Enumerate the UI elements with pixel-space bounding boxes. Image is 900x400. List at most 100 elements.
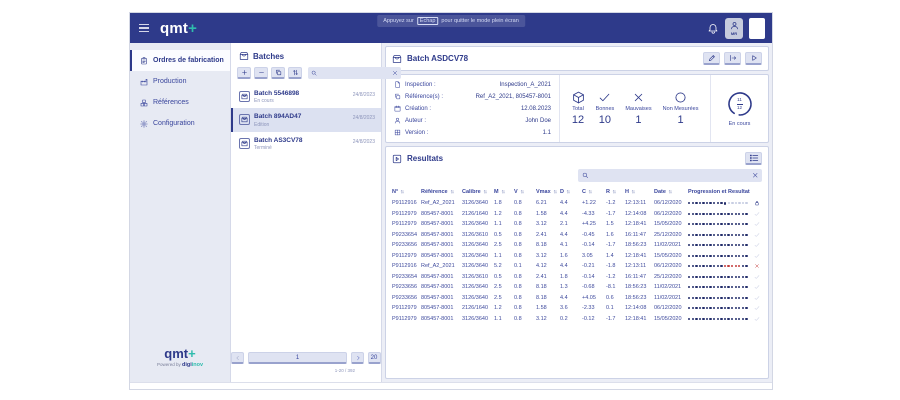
table-row[interactable]: P9233654805457-80013126/36100.50.82.414.… [392, 230, 762, 241]
field-label: Version : [405, 130, 428, 136]
batches-search[interactable] [308, 67, 401, 79]
results-search-input[interactable] [592, 173, 749, 179]
table-row[interactable]: P9112979805457-80013126/36401.10.83.120.… [392, 314, 762, 325]
stat-bonnes: Bonnes10 [596, 91, 615, 126]
column-header[interactable]: D [560, 189, 582, 195]
page-size-select[interactable]: 20 [368, 352, 381, 364]
cell-r: 1.5 [606, 221, 625, 227]
prev-page-button[interactable] [231, 352, 244, 364]
table-row[interactable]: P9233656805457-80013126/36402.50.88.181.… [392, 282, 762, 293]
column-header[interactable]: V [514, 189, 536, 195]
circle-icon [674, 91, 687, 104]
cell-no: P9112979 [392, 305, 421, 311]
column-header[interactable]: R [606, 189, 625, 195]
column-header[interactable]: Référence [421, 189, 462, 195]
avatar[interactable]: MR [725, 18, 743, 39]
table-body: P9112916Ref_A2_20213126/36401.80.86.214.… [392, 198, 762, 324]
cell-no: P9112979 [392, 253, 421, 259]
cell-r: 1.4 [606, 253, 625, 259]
topbar: qmt+ Appuyez sur Échap pour quitter le m… [130, 13, 772, 43]
field-label: Référence(s) : [405, 94, 443, 100]
plus-button[interactable] [237, 67, 251, 79]
sort-icon [612, 189, 617, 195]
column-header[interactable]: C [582, 189, 606, 195]
sidebar-item-0[interactable]: Ordres de fabrication [130, 50, 230, 71]
cell-date: 15/05/2020 [654, 253, 688, 259]
export-button[interactable] [724, 52, 741, 65]
bell-icon[interactable] [707, 22, 719, 34]
batch-date: 24/8/2023 [353, 113, 375, 121]
cell-date: 25/12/2020 [654, 232, 688, 238]
table-row[interactable]: P9112979805457-80013126/36401.10.83.122.… [392, 219, 762, 230]
sort-button[interactable] [288, 67, 302, 79]
check-icon [754, 316, 760, 322]
cell-no: P9112916 [392, 263, 421, 269]
table-row[interactable]: P9112916Ref_A2_20213126/36401.80.86.214.… [392, 198, 762, 209]
menu-icon[interactable] [139, 24, 149, 32]
column-header[interactable]: M [494, 189, 514, 195]
column-label: Référence [421, 189, 448, 195]
batch-name: Batch 894AD47 [254, 113, 301, 121]
next-page-button[interactable] [351, 352, 364, 364]
column-header[interactable]: N° [392, 189, 421, 195]
topbar-white-box[interactable] [749, 18, 765, 39]
detail-fields: Inspection :Inspection_A_2021Référence(s… [386, 75, 560, 142]
table-row[interactable]: P9112979805457-80012126/16401.20.81.583.… [392, 303, 762, 314]
minus-button[interactable] [254, 67, 268, 79]
table-row[interactable]: P9233656805457-80013126/36402.50.88.184.… [392, 293, 762, 304]
column-header[interactable]: H [625, 189, 654, 195]
batches-search-input[interactable] [319, 70, 390, 76]
close-icon[interactable] [392, 70, 398, 76]
batch-list-item[interactable]: Batch 894AD47Edition24/8/2023 [231, 108, 381, 131]
cell-no: P9233656 [392, 242, 421, 248]
stat-total: Total12 [572, 91, 585, 126]
sidebar-item-1[interactable]: Production [130, 71, 230, 92]
table-row[interactable]: P9233656805457-80013126/36402.50.88.184.… [392, 240, 762, 251]
field-value: 1.1 [543, 130, 551, 136]
column-header[interactable]: Calibre [462, 189, 494, 195]
cell-ref: 805457-8001 [421, 253, 462, 259]
view-toggle-button[interactable] [745, 152, 762, 165]
copy-button[interactable] [271, 67, 285, 79]
table-row[interactable]: P9112979805457-80013126/36401.10.83.121.… [392, 251, 762, 262]
cell-vmax: 4.12 [536, 263, 560, 269]
batches-toolbar [231, 66, 381, 85]
sidebar-item-2[interactable]: Références [130, 92, 230, 113]
column-header[interactable]: Vmax [536, 189, 560, 195]
column-header[interactable]: Date [654, 189, 688, 195]
gauge-label: En cours [729, 121, 751, 127]
app-window: qmt+ Appuyez sur Échap pour quitter le m… [129, 12, 773, 390]
cell-m: 1.8 [494, 200, 514, 206]
cell-v: 0.8 [514, 305, 536, 311]
batch-list-item[interactable]: Batch 5546898En cours24/8/2023 [231, 85, 381, 108]
batch-list-item[interactable]: Batch AS3CV78Terminé24/8/2023 [231, 132, 381, 155]
play-button[interactable] [745, 52, 762, 65]
cell-date: 25/12/2020 [654, 274, 688, 280]
result-check-icon [752, 284, 762, 290]
box-icon [241, 116, 248, 123]
cell-h: 12:13:11 [625, 200, 654, 206]
sidebar-footer: qmt+ Powered by digiinov [130, 346, 230, 368]
table-row[interactable]: P9233654805457-80013126/36100.50.82.411.… [392, 272, 762, 283]
cross-icon [754, 263, 760, 269]
sort-icon [588, 189, 593, 195]
results-search[interactable] [578, 169, 762, 182]
check-icon [754, 295, 760, 301]
column-label: Date [654, 189, 666, 195]
table-header-row: N°Référence CalibreMVVmaxDCR HDate Progress… [392, 186, 762, 198]
pencil-button[interactable] [703, 52, 720, 65]
fullscreen-hint: Appuyez sur Échap pour quitter le mode p… [377, 15, 525, 27]
cell-cal: 3126/3640 [462, 253, 494, 259]
table-row[interactable]: P9112979805457-80012126/16401.20.81.584.… [392, 209, 762, 220]
cell-m: 1.2 [494, 305, 514, 311]
close-icon[interactable] [752, 172, 759, 179]
field-value: John Doe [525, 118, 551, 124]
page-number-button[interactable]: 1 [248, 352, 347, 364]
cell-h: 16:11:47 [625, 232, 654, 238]
box-icon [392, 54, 402, 64]
sidebar-item-3[interactable]: Configuration [130, 113, 230, 134]
column-header[interactable]: Progression et Resultat [688, 189, 752, 195]
table-row[interactable]: P9112916Ref_A2_20213126/36405.20.14.124.… [392, 261, 762, 272]
column-label: R [606, 189, 610, 195]
progress-dots [688, 276, 752, 278]
